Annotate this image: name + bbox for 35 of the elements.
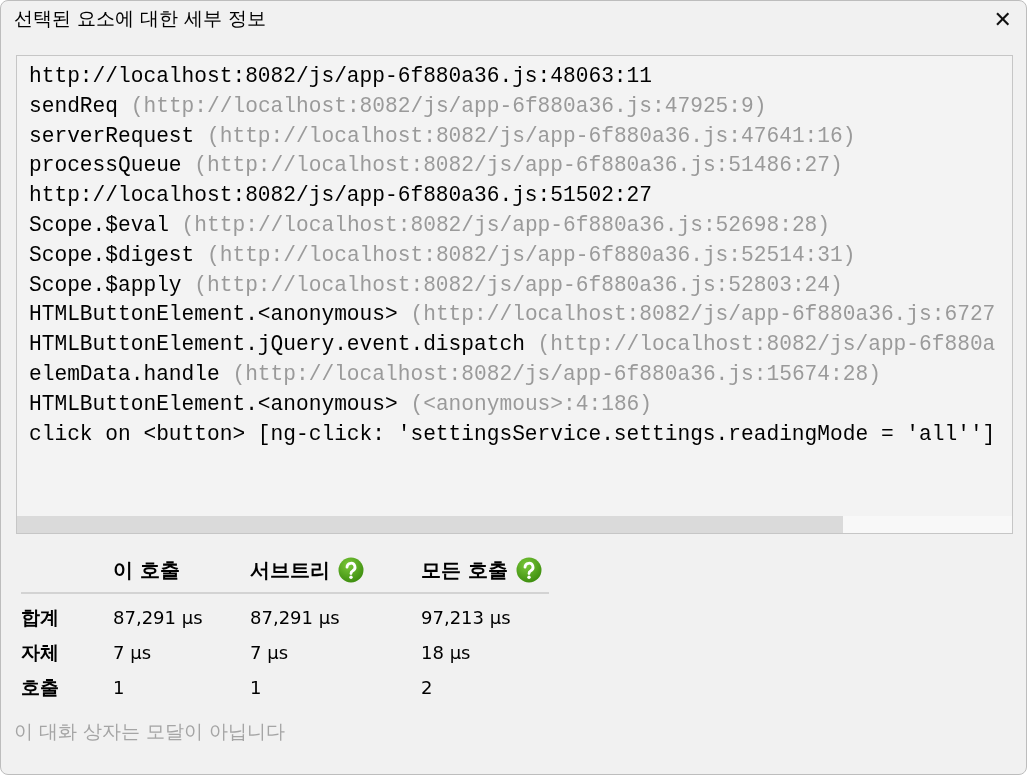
stack-frame: Scope.$apply (http://localhost:8082/js/app-6f880a36.js:52803:24) (29, 270, 843, 301)
close-button[interactable]: ✕ (987, 6, 1018, 32)
scrollbar-thumb[interactable] (17, 516, 843, 533)
horizontal-scrollbar[interactable] (17, 516, 1012, 533)
stack-frame: HTMLButtonElement.<anonymous> (http://localhost:8082/js/app-6f880a36.js:6727 (29, 300, 996, 331)
table-cell: 7 µs (113, 642, 151, 663)
row-label: 자체 (21, 639, 59, 665)
stack-frame: serverRequest (http://localhost:8082/js/app-6f880a36.js:47641:16) (29, 121, 856, 152)
column-header: 서브트리 (250, 557, 330, 584)
row-label: 호출 (21, 674, 59, 700)
table-cell: 97,213 µs (421, 607, 511, 628)
stack-frame: sendReq (http://localhost:8082/js/app-6f880a36.js:47925:9) (29, 91, 767, 122)
modal-note: 이 대화 상자는 모달이 아닙니다 (14, 720, 286, 742)
help-icon[interactable] (515, 557, 542, 583)
stack-frame: elemData.handle (http://localhost:8082/js/app-6f880a36.js:15674:28) (29, 359, 881, 390)
stack-frame: Scope.$digest (http://localhost:8082/js/app-6f880a36.js:52514:31) (29, 240, 856, 271)
stack-frame: Scope.$eval (http://localhost:8082/js/app-6f880a36.js:52698:28) (29, 211, 831, 241)
stack-frame: click on <button> [ng-click: 'settingsService.settings.readingMode = 'all''] (29, 419, 996, 450)
stack-frame: HTMLButtonElement.jQuery.event.dispatch (http://localhost:8082/js/app-6f880a (29, 330, 996, 360)
table-cell: 87,291 µs (113, 607, 203, 628)
table-cell: 87,291 µs (250, 607, 340, 628)
row-label: 합계 (21, 604, 59, 630)
table-cell: 7 µs (250, 642, 288, 663)
stack-frame: http://localhost:8082/js/app-6f880a36.js:51502:27 (29, 181, 652, 211)
help-icon[interactable] (338, 557, 364, 583)
table-cell: 2 (421, 677, 433, 698)
stack-frame: http://localhost:8082/js/app-6f880a36.js:48063:11 (29, 62, 652, 92)
column-header: 모든 호출 (421, 557, 508, 584)
stack-frame: HTMLButtonElement.<anonymous> (<anonymous>:4:186) (29, 389, 653, 420)
table-cell: 1 (113, 677, 125, 698)
stack-frame: processQueue (http://localhost:8082/js/app-6f880a36.js:51486:27) (29, 151, 843, 182)
column-header: 이 호출 (113, 557, 180, 584)
table-cell: 18 µs (421, 642, 471, 663)
table-cell: 1 (250, 677, 262, 698)
window-title: 선택된 요소에 대한 세부 정보 (14, 6, 267, 31)
